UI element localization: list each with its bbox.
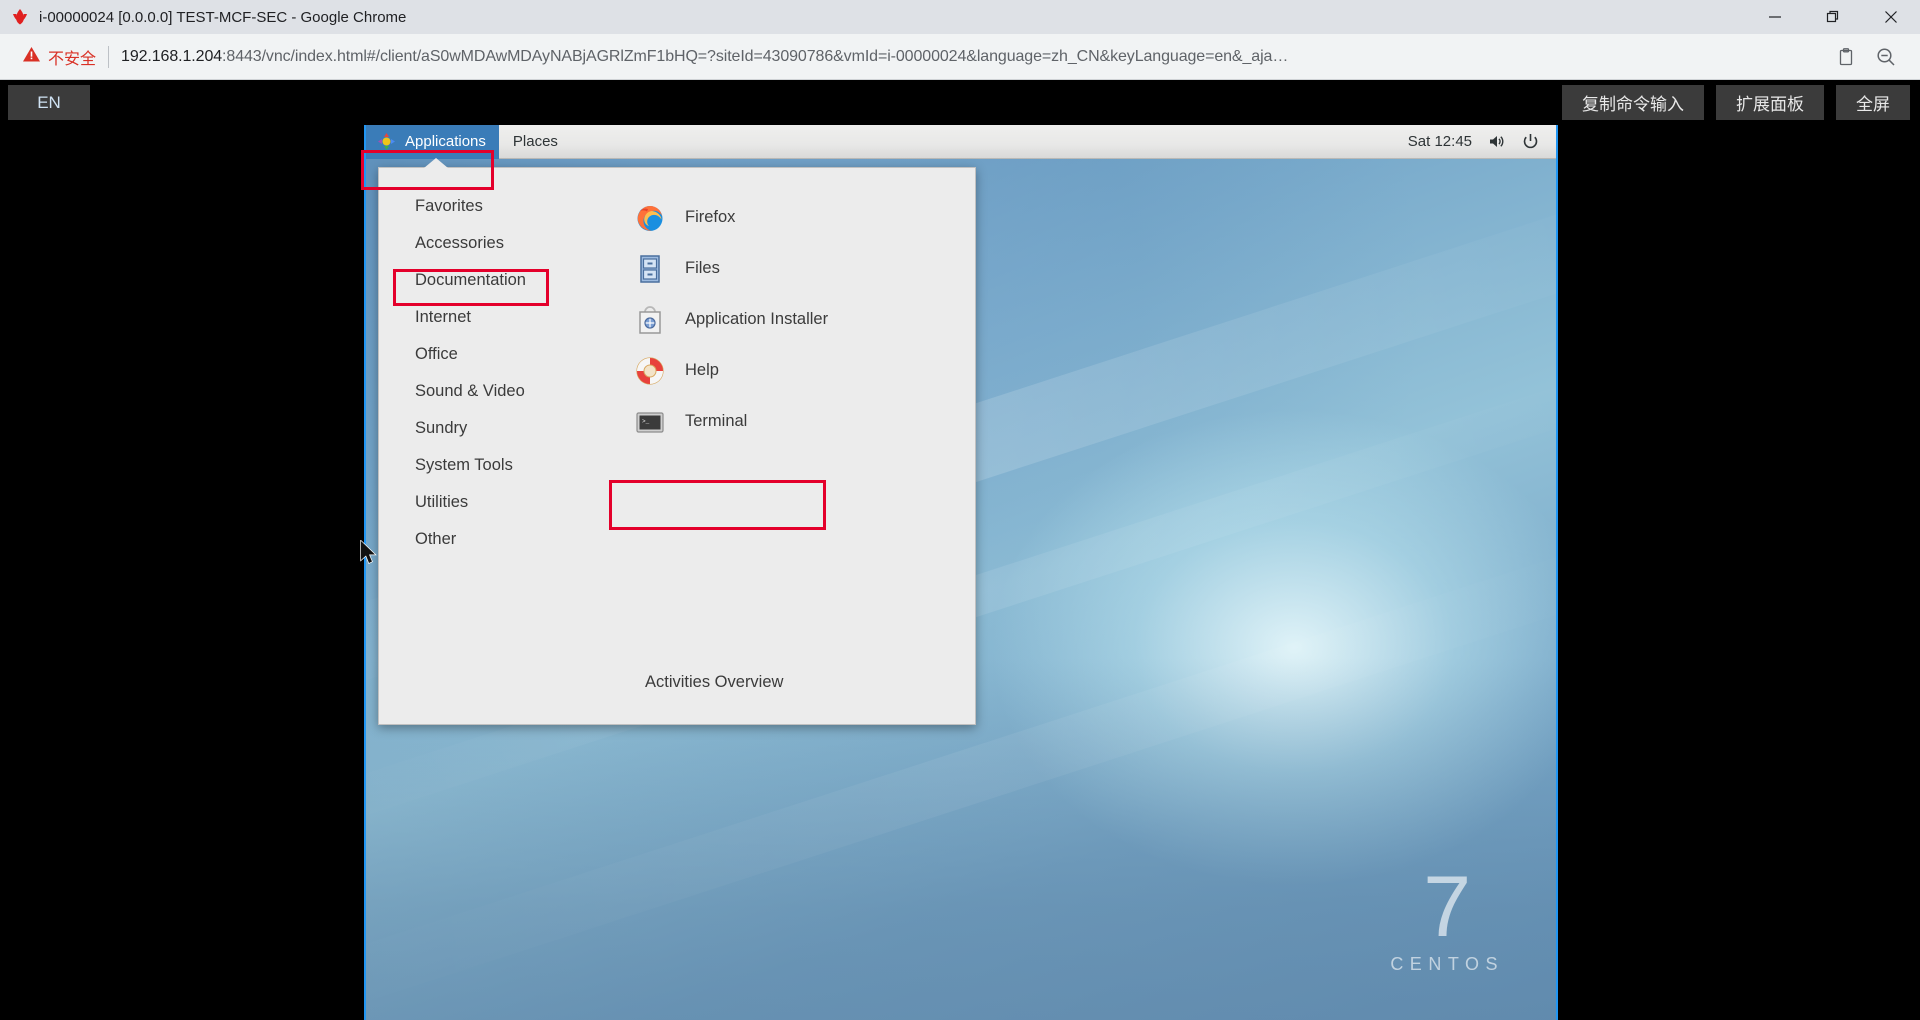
app-item-label: Firefox	[685, 208, 735, 227]
security-warning-text: 不安全	[48, 45, 96, 69]
menu-category-list: Favorites Accessories Documentation Inte…	[379, 168, 609, 724]
toolbar-divider	[108, 46, 109, 68]
power-icon[interactable]	[1521, 132, 1540, 151]
category-item-accessories[interactable]: Accessories	[379, 225, 609, 262]
panel-applications-label: Applications	[405, 133, 486, 150]
huawei-logo-icon	[10, 7, 30, 27]
expand-panel-button[interactable]: 扩展面板	[1716, 85, 1824, 120]
panel-places-menu[interactable]: Places	[499, 125, 572, 159]
panel-clock[interactable]: Sat 12:45	[1408, 133, 1472, 150]
minimize-button[interactable]	[1746, 0, 1804, 34]
app-item-label: Terminal	[685, 412, 747, 431]
fullscreen-button[interactable]: 全屏	[1836, 85, 1910, 120]
warning-triangle-icon	[22, 45, 41, 69]
category-item-documentation[interactable]: Documentation	[379, 262, 609, 299]
vnc-viewer: EN 复制命令输入 扩展面板 全屏	[0, 80, 1920, 1020]
category-item-system-tools[interactable]: System Tools	[379, 447, 609, 484]
app-item-terminal[interactable]: >_ Terminal	[609, 396, 975, 447]
svg-text:>_: >_	[642, 418, 650, 425]
window-controls	[1746, 0, 1920, 34]
lifebuoy-help-icon	[634, 355, 666, 387]
category-item-utilities[interactable]: Utilities	[379, 484, 609, 521]
maximize-button[interactable]	[1804, 0, 1862, 34]
files-cabinet-icon	[634, 253, 666, 285]
panel-applications-menu[interactable]: Applications	[366, 125, 499, 159]
remote-desktop-canvas[interactable]: Applications Places Sat 12:45	[364, 125, 1558, 1020]
gnome-applications-icon	[377, 132, 396, 151]
category-item-other[interactable]: Other	[379, 521, 609, 558]
copy-command-input-button[interactable]: 复制命令输入	[1562, 85, 1704, 120]
menu-arrow-indicator	[424, 158, 448, 168]
category-item-sundry[interactable]: Sundry	[379, 410, 609, 447]
window-title-group: i-00000024 [0.0.0.0] TEST-MCF-SEC - Goog…	[0, 7, 406, 27]
category-item-favorites[interactable]: Favorites	[379, 188, 609, 225]
app-item-label: Files	[685, 259, 720, 278]
firefox-icon	[634, 202, 666, 234]
category-item-office[interactable]: Office	[379, 336, 609, 373]
centos-wordmark: CENTOS	[1390, 954, 1504, 975]
app-item-files[interactable]: Files	[609, 243, 975, 294]
terminal-icon: >_	[634, 406, 666, 438]
gnome-top-panel: Applications Places Sat 12:45	[366, 125, 1556, 159]
chrome-address-toolbar: 不安全 192.168.1.204:8443/vnc/index.html#/c…	[0, 34, 1920, 80]
category-item-internet[interactable]: Internet	[379, 299, 609, 336]
vnc-keyboard-language-button[interactable]: EN	[8, 85, 90, 120]
zoom-out-icon[interactable]	[1866, 37, 1906, 77]
panel-status-area: Sat 12:45	[1408, 132, 1556, 151]
volume-icon[interactable]	[1487, 132, 1506, 151]
centos-watermark: 7 CENTOS	[1390, 871, 1504, 975]
vnc-toolbar-actions: 复制命令输入 扩展面板 全屏	[1562, 85, 1910, 120]
app-item-application-installer[interactable]: Application Installer	[609, 294, 975, 345]
close-button[interactable]	[1862, 0, 1920, 34]
category-item-sound-and-video[interactable]: Sound & Video	[379, 373, 609, 410]
menu-application-list: Firefox Files	[609, 168, 975, 724]
app-item-label: Application Installer	[685, 310, 828, 329]
vnc-toolbar: EN 复制命令输入 扩展面板 全屏	[0, 80, 1920, 125]
activities-overview-link[interactable]: Activities Overview	[645, 673, 783, 692]
url-host: 192.168.1.204	[121, 48, 222, 65]
centos-version-number: 7	[1390, 871, 1504, 944]
chrome-title-bar: i-00000024 [0.0.0.0] TEST-MCF-SEC - Goog…	[0, 0, 1920, 34]
applications-menu-popup: Favorites Accessories Documentation Inte…	[378, 167, 976, 725]
address-bar-url[interactable]: 192.168.1.204:8443/vnc/index.html#/clien…	[121, 48, 1826, 66]
security-warning-badge[interactable]: 不安全	[14, 45, 96, 69]
url-path: :8443/vnc/index.html#/client/aS0wMDAwMDA…	[222, 48, 1288, 65]
app-item-firefox[interactable]: Firefox	[609, 192, 975, 243]
clipboard-icon[interactable]	[1826, 37, 1866, 77]
software-bag-icon	[634, 304, 666, 336]
app-item-help[interactable]: Help	[609, 345, 975, 396]
app-item-label: Help	[685, 361, 719, 380]
window-title-text: i-00000024 [0.0.0.0] TEST-MCF-SEC - Goog…	[39, 9, 406, 26]
